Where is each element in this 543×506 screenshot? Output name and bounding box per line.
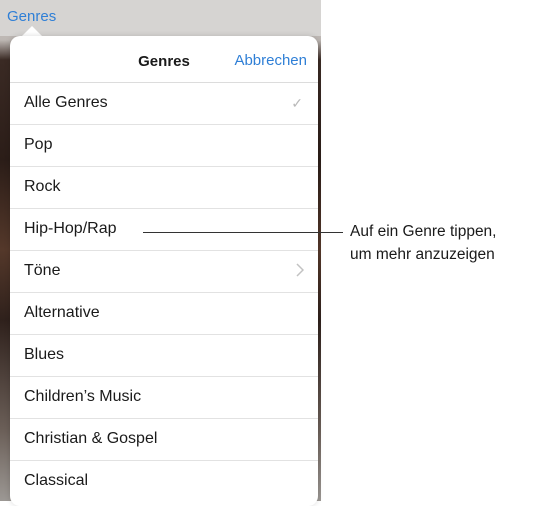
callout-line-2: um mehr anzuzeigen <box>350 246 495 263</box>
popover-header: Genres Abbrechen <box>10 36 318 83</box>
genre-item-christian-gospel[interactable]: Christian & Gospel <box>10 419 318 461</box>
genre-item-label: Pop <box>24 136 53 153</box>
callout-line <box>143 232 343 233</box>
callout-line-1: Auf ein Genre tippen, <box>350 223 497 240</box>
genres-popover: Genres Abbrechen Alle Genres ✓ Pop Rock … <box>10 36 318 506</box>
checkmark-icon: ✓ <box>291 95 303 111</box>
callout-text: Auf ein Genre tippen, um mehr anzuzeigen <box>350 220 540 266</box>
genre-item-alle-genres[interactable]: Alle Genres ✓ <box>10 83 318 125</box>
cancel-button[interactable]: Abbrechen <box>234 52 307 69</box>
genres-link[interactable]: Genres <box>7 8 56 25</box>
genre-item-label: Alternative <box>24 304 100 321</box>
genre-item-label: Children’s Music <box>24 388 142 405</box>
genre-item-childrens-music[interactable]: Children’s Music <box>10 377 318 419</box>
genre-item-label: Christian & Gospel <box>24 430 158 447</box>
genre-item-toene[interactable]: Töne <box>10 251 318 293</box>
genre-item-alternative[interactable]: Alternative <box>10 293 318 335</box>
genre-item-hip-hop-rap[interactable]: Hip-Hop/Rap <box>10 209 318 251</box>
genre-item-label: Rock <box>24 178 61 195</box>
top-bar: Genres <box>0 0 321 36</box>
genre-item-classical[interactable]: Classical <box>10 461 318 503</box>
genre-item-rock[interactable]: Rock <box>10 167 318 209</box>
chevron-right-icon <box>296 263 305 282</box>
genre-item-label: Töne <box>24 262 61 279</box>
genre-item-label: Hip-Hop/Rap <box>24 220 117 237</box>
genre-item-label: Blues <box>24 346 65 363</box>
genre-item-blues[interactable]: Blues <box>10 335 318 377</box>
genre-item-label: Alle Genres <box>24 94 108 111</box>
genre-item-pop[interactable]: Pop <box>10 125 318 167</box>
genre-item-label: Classical <box>24 472 89 489</box>
